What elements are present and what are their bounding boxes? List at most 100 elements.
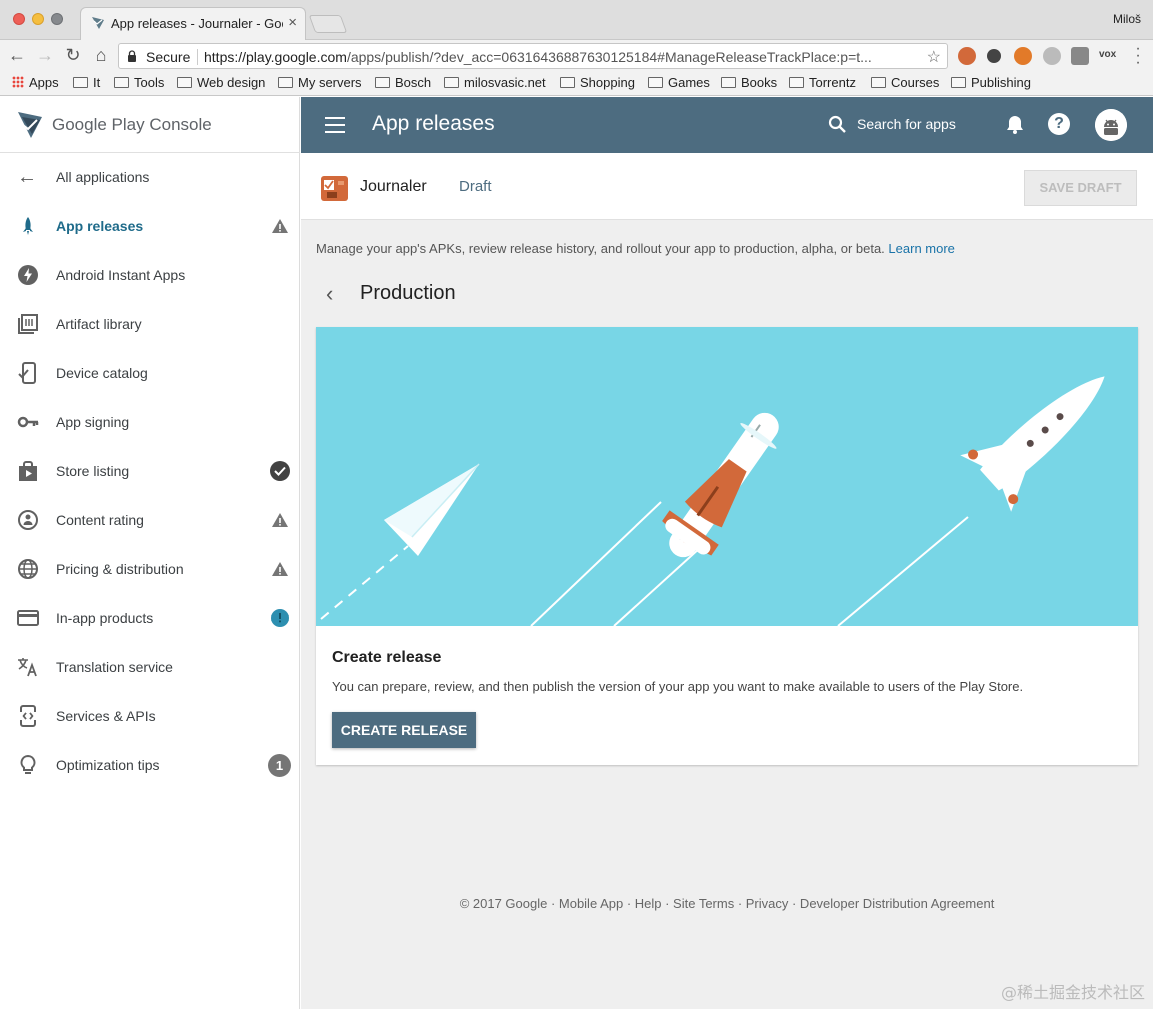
app-status: Draft	[459, 178, 492, 195]
sidebar-item-label: Device catalog	[56, 365, 148, 381]
bookmark-folder[interactable]: My servers	[278, 75, 362, 90]
back-arrow-icon[interactable]: ←	[6, 44, 28, 66]
forward-arrow-icon[interactable]: →	[34, 44, 56, 66]
bookmark-folder[interactable]: Books	[721, 75, 777, 90]
bookmark-folder[interactable]: Torrentz	[789, 75, 856, 90]
bookmark-folder[interactable]: Bosch	[375, 75, 431, 90]
key-icon	[17, 416, 39, 428]
app-icon	[321, 176, 348, 201]
browser-titlebar: App releases - Journaler - Goo × Miloš	[0, 0, 1153, 40]
folder-icon	[648, 77, 663, 88]
sync-extension-icon[interactable]	[1043, 47, 1061, 65]
search-icon[interactable]	[828, 115, 847, 134]
sidebar-item-artifact-library[interactable]: Artifact library	[0, 300, 300, 349]
release-illustration	[316, 327, 1138, 626]
bookmark-folder[interactable]: Web design	[177, 75, 265, 90]
card-description: You can prepare, review, and then publis…	[332, 679, 1024, 694]
card-icon	[17, 610, 39, 626]
warning-icon	[272, 562, 288, 576]
zoom-window-button[interactable]	[51, 13, 63, 25]
checkmark-done-icon	[270, 461, 290, 481]
profile-name[interactable]: Miloš	[1113, 12, 1141, 26]
sidebar-item-label: Android Instant Apps	[56, 267, 186, 283]
minimize-window-button[interactable]	[32, 13, 44, 25]
new-tab-button[interactable]	[308, 15, 348, 33]
sidebar-item-services-apis[interactable]: Services & APIs	[0, 692, 300, 741]
sidebar-item-content-rating[interactable]: Content rating	[0, 496, 300, 545]
sidebar-item-label: App signing	[56, 414, 130, 430]
sidebar-item-optimization-tips[interactable]: Optimization tips 1	[0, 741, 300, 790]
sidebar-item-translation-service[interactable]: Translation service	[0, 643, 300, 692]
bookmark-star-icon[interactable]: ☆	[927, 47, 941, 67]
folder-icon	[871, 77, 886, 88]
sidebar-item-label: Pricing & distribution	[56, 561, 184, 577]
address-bar[interactable]: Secure https://play.google.com/apps/publ…	[118, 43, 948, 69]
bookmark-folder[interactable]: Games	[648, 75, 710, 90]
home-icon[interactable]: ⌂	[90, 44, 112, 66]
play-console-favicon	[92, 17, 104, 29]
bookmark-folder[interactable]: Tools	[114, 75, 164, 90]
help-icon[interactable]: ?	[1048, 113, 1070, 135]
sidebar-item-label: Store listing	[56, 463, 130, 479]
sidebar-item-android-instant-apps[interactable]: Android Instant Apps	[0, 251, 300, 300]
create-release-button[interactable]: CREATE RELEASE	[332, 712, 476, 748]
url-text: https://play.google.com/apps/publish/?de…	[204, 49, 914, 65]
warning-icon	[272, 513, 288, 527]
logo[interactable]: Google Play Console	[0, 97, 300, 153]
cloud-extension-icon[interactable]	[1071, 47, 1089, 65]
omnibox-divider	[197, 49, 198, 65]
close-window-button[interactable]	[13, 13, 25, 25]
menu-icon[interactable]	[325, 117, 345, 133]
bookmark-folder[interactable]: Publishing	[951, 75, 1031, 90]
sidebar-item-pricing-distribution[interactable]: Pricing & distribution	[0, 545, 300, 594]
create-release-card: Create release You can prepare, review, …	[316, 327, 1138, 765]
bookmark-folder[interactable]: It	[73, 75, 100, 90]
sidebar-item-all-applications[interactable]: ← All applications	[0, 153, 300, 202]
url-path: /apps/publish/?dev_acc=06316436887630125…	[346, 49, 872, 65]
page-title: App releases	[372, 112, 495, 135]
back-arrow-icon: ←	[17, 166, 37, 188]
folder-icon	[789, 77, 804, 88]
learn-more-link[interactable]: Learn more	[888, 241, 954, 256]
browser-tab[interactable]: App releases - Journaler - Goo ×	[80, 7, 306, 40]
lock-icon	[128, 50, 136, 62]
bulb-icon	[20, 754, 36, 774]
save-draft-button[interactable]: SAVE DRAFT	[1024, 170, 1137, 206]
search-apps-button[interactable]: Search for apps	[857, 116, 956, 132]
sidebar-item-label: Artifact library	[56, 316, 142, 332]
pinterest-extension-icon[interactable]	[958, 47, 976, 65]
bookmark-apps[interactable]: Apps	[12, 75, 59, 90]
vox-extension-icon[interactable]: vox	[1099, 49, 1116, 60]
reload-icon[interactable]: ↻	[62, 44, 84, 66]
sidebar-item-device-catalog[interactable]: Device catalog	[0, 349, 300, 398]
notifications-bell-icon[interactable]	[1004, 113, 1026, 135]
code-icon	[19, 705, 37, 727]
store-icon	[19, 461, 37, 481]
secure-label: Secure	[146, 49, 191, 65]
bookmark-folder[interactable]: Courses	[871, 75, 939, 90]
sidebar-item-in-app-products[interactable]: In-app products	[0, 594, 300, 643]
sidebar-item-label: In-app products	[56, 610, 154, 626]
bookmark-folder[interactable]: milosvasic.net	[444, 75, 546, 90]
avatar[interactable]	[1095, 109, 1127, 141]
library-icon	[18, 314, 38, 334]
folder-icon	[177, 77, 192, 88]
translate-icon	[18, 658, 37, 677]
sidebar-item-store-listing[interactable]: Store listing	[0, 447, 300, 496]
folder-icon	[560, 77, 575, 88]
back-chevron-icon[interactable]: ‹	[326, 281, 333, 307]
footer-links[interactable]: © 2017 Google · Mobile App · Help · Site…	[301, 896, 1153, 911]
browser-menu-icon[interactable]: · · ·	[1131, 41, 1145, 71]
warning-icon	[272, 219, 288, 233]
sidebar-item-app-signing[interactable]: App signing	[0, 398, 300, 447]
section-title: Production	[360, 282, 456, 304]
browser-toolbar: ← → ↻ ⌂ Secure https://play.google.com/a…	[0, 40, 1153, 71]
sidebar-item-label: Translation service	[56, 659, 173, 675]
watermark: @稀土掘金技术社区	[1000, 983, 1145, 1002]
bookmark-folder[interactable]: Shopping	[560, 75, 635, 90]
bug-extension-icon[interactable]	[987, 49, 1001, 63]
shield-extension-icon[interactable]	[1014, 47, 1032, 65]
sidebar-item-app-releases[interactable]: App releases	[0, 202, 300, 251]
sidebar: Google Play Console ← All applications A…	[0, 97, 300, 1009]
tab-close-icon[interactable]: ×	[288, 14, 297, 32]
